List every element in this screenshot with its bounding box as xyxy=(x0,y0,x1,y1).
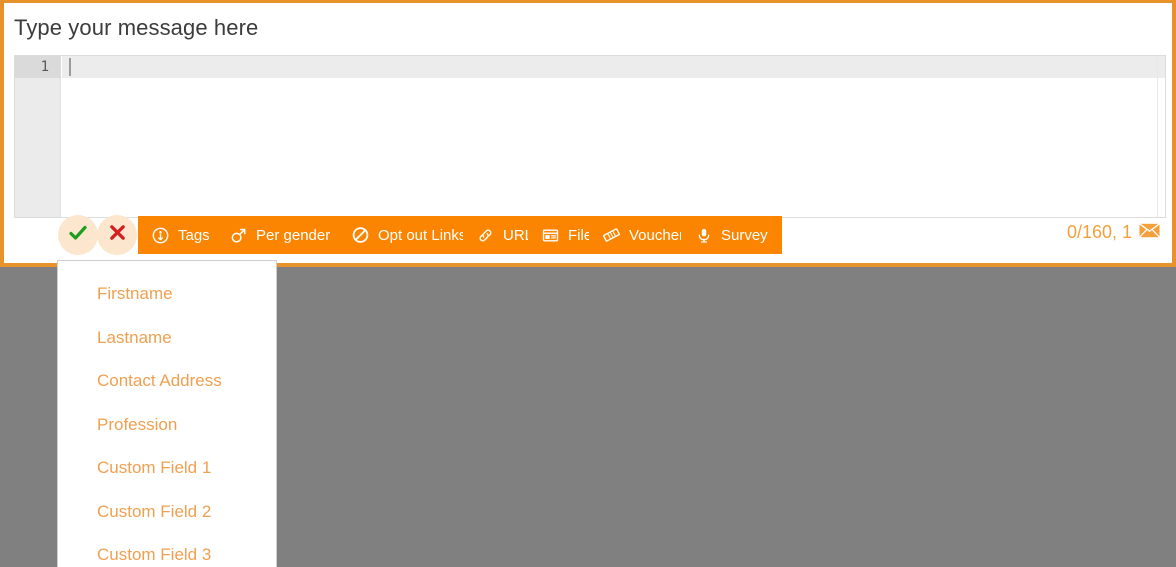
dropdown-item-profession[interactable]: Profession xyxy=(58,403,276,447)
dropdown-item-firstname[interactable]: Firstname xyxy=(58,272,276,316)
editor-active-line xyxy=(62,56,1165,78)
check-icon xyxy=(68,223,88,248)
survey-button-label: Survey xyxy=(721,226,768,244)
file-window-icon xyxy=(542,227,559,244)
per-gender-button[interactable]: Per gender xyxy=(216,216,345,254)
text-cursor xyxy=(69,58,71,76)
voucher-button-label: Voucher xyxy=(629,226,685,244)
survey-button[interactable]: Survey xyxy=(681,216,782,254)
print-margin-line xyxy=(1157,56,1158,217)
character-counter-text: 0/160, 1 xyxy=(1066,222,1132,242)
message-editor[interactable]: 1 xyxy=(14,55,1166,218)
line-number: 1 xyxy=(40,59,49,75)
dropdown-item-custom-field-2[interactable]: Custom Field 2 xyxy=(58,490,276,534)
envelope-icon xyxy=(1139,222,1160,243)
opt-out-links-button[interactable]: Opt out Links xyxy=(338,216,481,254)
dropdown-item-contact-address[interactable]: Contact Address xyxy=(58,359,276,403)
app-root: Type your message here 1 Tags Per gender… xyxy=(0,0,1176,567)
character-counter: 0/160, 1 xyxy=(1067,222,1160,243)
tags-button-label: Tags xyxy=(178,226,210,244)
message-composer-panel: Type your message here 1 Tags Per gender… xyxy=(0,0,1176,267)
composer-inner: Type your message here 1 Tags Per gender… xyxy=(4,3,1172,263)
tags-button[interactable]: Tags xyxy=(138,216,224,254)
page-title: Type your message here xyxy=(14,15,259,40)
dropdown-item-lastname[interactable]: Lastname xyxy=(58,316,276,360)
male-gender-icon xyxy=(230,227,247,244)
per-gender-button-label: Per gender xyxy=(256,226,331,244)
tags-dropdown-menu: Firstname Lastname Contact Address Profe… xyxy=(57,260,277,567)
ticket-icon xyxy=(603,227,620,244)
dropdown-item-custom-field-1[interactable]: Custom Field 1 xyxy=(58,446,276,490)
cross-icon xyxy=(108,223,127,247)
accept-button[interactable] xyxy=(58,215,98,255)
editor-toolbar: Tags Per gender Opt out Links URL File V… xyxy=(4,215,1172,255)
link-icon xyxy=(477,227,494,244)
dropdown-item-custom-field-3[interactable]: Custom Field 3 xyxy=(58,533,276,567)
reject-button[interactable] xyxy=(97,215,137,255)
microphone-icon xyxy=(695,227,712,244)
editor-text-area[interactable] xyxy=(62,56,1165,217)
opt-out-links-button-label: Opt out Links xyxy=(378,226,467,244)
ban-icon xyxy=(352,227,369,244)
editor-gutter: 1 xyxy=(15,56,61,217)
tag-info-icon xyxy=(152,227,169,244)
